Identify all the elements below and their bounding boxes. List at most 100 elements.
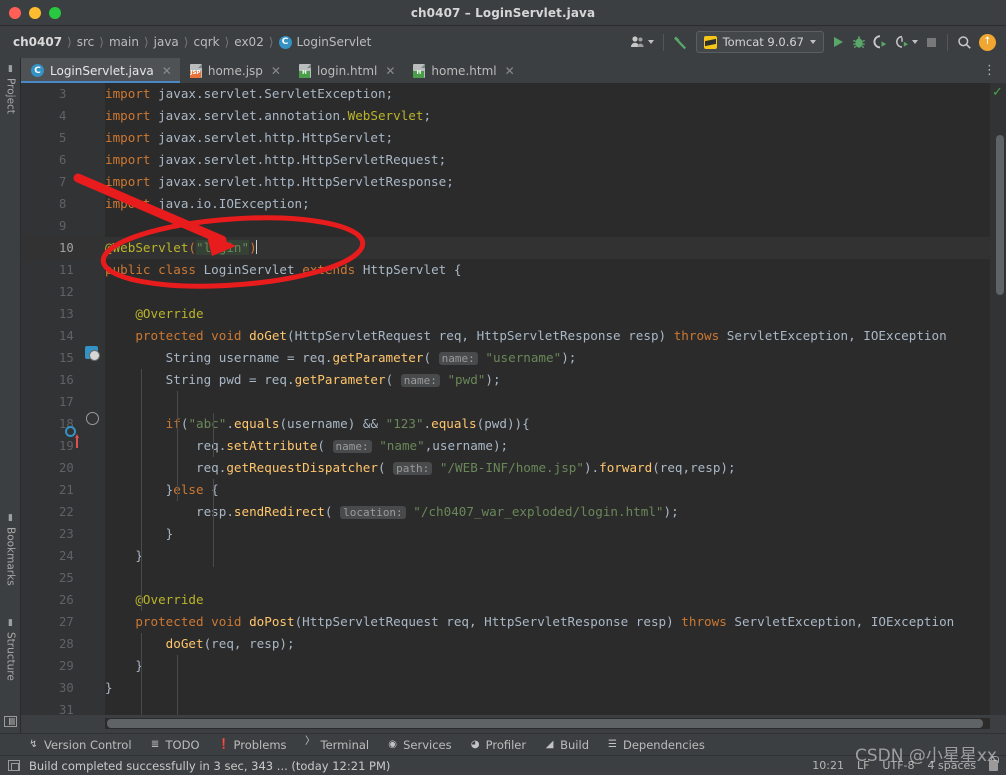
caret-position[interactable]: 10:21 <box>812 759 844 772</box>
run-configuration-selector[interactable]: Tomcat 9.0.67 <box>695 31 824 53</box>
code-line-30[interactable]: } <box>105 677 990 699</box>
code-line-12[interactable] <box>105 281 990 303</box>
tool-window-build[interactable]: ◢ Build <box>544 738 589 752</box>
code-line-23[interactable]: } <box>105 523 990 545</box>
horizontal-scrollbar-thumb[interactable] <box>107 719 983 728</box>
breadcrumb-item-project[interactable]: ch0407 <box>10 35 65 49</box>
code-line-24[interactable]: } <box>105 545 990 567</box>
editor-marker-bar[interactable]: ✓ <box>990 83 1006 715</box>
profiler-icon[interactable] <box>895 35 918 49</box>
close-icon[interactable]: ✕ <box>162 64 172 78</box>
code-line-14[interactable]: protected void doGet(HttpServletRequest … <box>105 325 990 347</box>
services-play-icon: ◉ <box>388 739 397 750</box>
tool-window-dependencies[interactable]: ☰ Dependencies <box>607 738 705 752</box>
vertical-scrollbar-thumb[interactable] <box>996 135 1004 295</box>
close-window-button[interactable] <box>9 7 21 19</box>
code-line-7[interactable]: import javax.servlet.http.HttpServletRes… <box>105 171 990 193</box>
code-line-10[interactable]: @WebServlet("login") <box>105 237 990 259</box>
breadcrumb-separator: ⟩ <box>224 35 230 49</box>
event-log-icon[interactable] <box>8 760 20 771</box>
code-line-31[interactable] <box>105 699 990 715</box>
tab-loginservlet-java[interactable]: C LoginServlet.java ✕ <box>21 58 180 83</box>
tab-home-jsp[interactable]: JSP home.jsp ✕ <box>180 58 289 83</box>
tool-window-todo[interactable]: ≣ TODO <box>150 738 200 752</box>
code-line-4[interactable]: import javax.servlet.annotation.WebServl… <box>105 105 990 127</box>
line-number-27: 27 <box>59 615 74 629</box>
breadcrumb-item-class[interactable]: C LoginServlet <box>276 35 375 49</box>
code-line-28[interactable]: doGet(req, resp); <box>105 633 990 655</box>
code-line-20[interactable]: req.getRequestDispatcher( path: "/WEB-IN… <box>105 457 990 479</box>
code-line-5[interactable]: import javax.servlet.http.HttpServlet; <box>105 127 990 149</box>
tool-window-profiler[interactable]: ◕ Profiler <box>470 738 526 752</box>
code-line-11[interactable]: public class LoginServlet extends HttpSe… <box>105 259 990 281</box>
breadcrumb-item-cqrk[interactable]: cqrk <box>190 35 222 49</box>
debug-bug-icon[interactable] <box>852 35 866 50</box>
code-line-27[interactable]: protected void doPost(HttpServletRequest… <box>105 611 990 633</box>
breadcrumb-separator: ⟩ <box>268 35 274 49</box>
sidebar-item-structure[interactable]: ▮ Structure <box>0 618 21 681</box>
breadcrumb-item-ex02[interactable]: ex02 <box>231 35 267 49</box>
tool-window-label: Terminal <box>320 737 370 752</box>
line-number-16: 16 <box>59 373 74 387</box>
search-icon[interactable] <box>957 35 972 50</box>
code-line-18[interactable]: if("abc".equals(username) && "123".equal… <box>105 413 990 435</box>
servlet-gutter-icon[interactable] <box>85 346 100 361</box>
tab-login-html[interactable]: H login.html ✕ <box>289 58 403 83</box>
code-line-6[interactable]: import javax.servlet.http.HttpServletReq… <box>105 149 990 171</box>
line-separator[interactable]: LF <box>857 759 869 772</box>
code-line-17[interactable] <box>105 391 990 413</box>
line-number-29: 29 <box>59 659 74 673</box>
tool-window-version-control[interactable]: ↯ Version Control <box>28 738 131 752</box>
code-line-9[interactable] <box>105 215 990 237</box>
horizontal-scrollbar[interactable] <box>21 715 1006 733</box>
override-gutter-icon[interactable] <box>86 412 99 425</box>
line-number-11: 11 <box>59 263 74 277</box>
read-only-lock-icon[interactable] <box>989 756 999 771</box>
breadcrumb-separator: ⟩ <box>99 35 104 49</box>
stop-icon[interactable] <box>925 36 938 49</box>
code-line-25[interactable] <box>105 567 990 589</box>
tab-home-html[interactable]: H home.html ✕ <box>403 58 522 83</box>
code-line-16[interactable]: String pwd = req.getParameter( name: "pw… <box>105 369 990 391</box>
hammer-build-icon[interactable] <box>673 34 689 51</box>
tool-window-problems[interactable]: ❗ Problems <box>218 738 287 752</box>
code-text-area[interactable]: import javax.servlet.ServletException; im… <box>105 83 990 715</box>
code-line-15[interactable]: String username = req.getParameter( name… <box>105 347 990 369</box>
code-line-22[interactable]: resp.sendRedirect( location: "/ch0407_wa… <box>105 501 990 523</box>
code-line-29[interactable]: } <box>105 655 990 677</box>
breadcrumb-item-src[interactable]: src <box>74 35 98 49</box>
sidebar-item-bookmarks-label: Bookmarks <box>4 527 17 586</box>
code-editor[interactable]: 3 4 5 6 7 8 9 10 11 12 13 14 15 16 17 18 19 20 21 22 23 24 25 2… <box>21 83 1006 715</box>
close-icon[interactable]: ✕ <box>385 64 395 78</box>
ok-check-icon[interactable]: ✓ <box>991 86 1004 99</box>
file-encoding[interactable]: UTF-8 <box>882 759 914 772</box>
html-file-icon: H <box>298 63 311 78</box>
code-line-3[interactable]: import javax.servlet.ServletException; <box>105 83 990 105</box>
close-icon[interactable]: ✕ <box>505 64 515 78</box>
build-status-message[interactable]: Build completed successfully in 3 sec, 3… <box>29 759 390 773</box>
minimize-window-button[interactable] <box>29 7 41 19</box>
editor-options-icon[interactable]: ⋮ <box>983 58 1006 83</box>
sidebar-item-bookmarks[interactable]: ▮ Bookmarks <box>0 513 21 586</box>
indent-setting[interactable]: 4 spaces <box>928 759 977 772</box>
code-line-26[interactable]: @Override <box>105 589 990 611</box>
code-line-13[interactable]: @Override <box>105 303 990 325</box>
run-icon[interactable] <box>831 35 845 49</box>
tool-window-terminal[interactable]: 〉_ Terminal <box>305 732 370 758</box>
breadcrumb-item-main[interactable]: main <box>106 35 142 49</box>
code-line-8[interactable]: import java.io.IOException; <box>105 193 990 215</box>
code-line-21[interactable]: }else { <box>105 479 990 501</box>
run-with-coverage-icon[interactable] <box>873 35 888 49</box>
modified-marker[interactable] <box>74 434 79 448</box>
breadcrumb-item-java[interactable]: java <box>151 35 182 49</box>
tool-window-label: Problems <box>233 737 287 752</box>
tool-window-services[interactable]: ◉ Services <box>387 738 451 752</box>
user-profile-icon[interactable] <box>630 35 654 49</box>
maximize-window-button[interactable] <box>49 7 61 19</box>
indent-guide <box>141 633 142 715</box>
close-icon[interactable]: ✕ <box>271 64 281 78</box>
code-line-19[interactable]: req.setAttribute( name: "name",username)… <box>105 435 990 457</box>
update-arrow-icon[interactable]: ↑ <box>979 33 996 51</box>
sidebar-item-project[interactable]: ▮ Project <box>0 64 21 114</box>
toggle-tool-windows-icon[interactable] <box>4 716 17 727</box>
